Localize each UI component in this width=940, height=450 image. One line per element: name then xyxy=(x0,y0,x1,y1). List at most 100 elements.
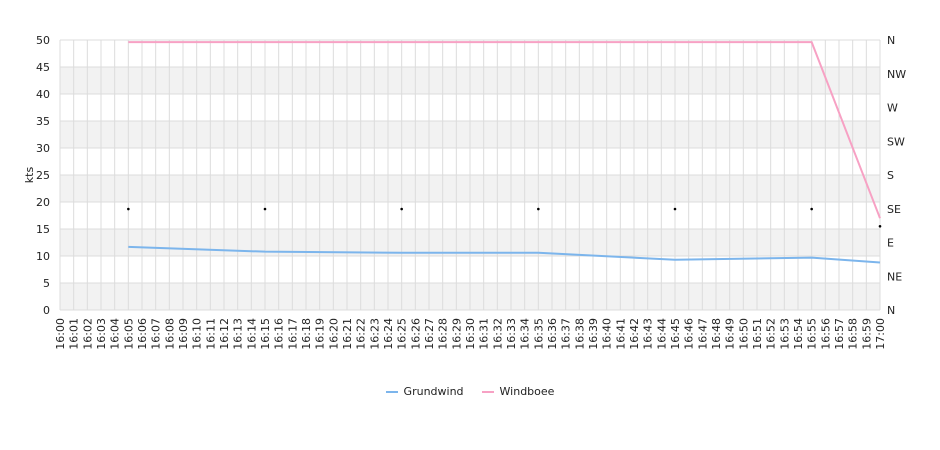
x-tick-label: 16:11 xyxy=(204,318,217,350)
x-tick-label: 16:45 xyxy=(669,318,682,350)
x-tick-label: 16:59 xyxy=(860,318,873,350)
x-tick-label: 16:20 xyxy=(327,318,340,350)
x-tick-label: 16:54 xyxy=(792,318,805,350)
x-tick-label: 16:24 xyxy=(382,318,395,350)
direction-marker xyxy=(810,207,813,211)
x-tick-label: 16:01 xyxy=(68,318,81,350)
x-tick-label: 16:32 xyxy=(491,318,504,350)
x-tick-label: 16:22 xyxy=(355,318,368,350)
legend-item[interactable]: Windboee xyxy=(481,385,555,398)
x-tick-label: 16:38 xyxy=(573,318,586,350)
direction-tick-label: E xyxy=(887,237,894,250)
legend: Grundwind Windboee xyxy=(0,385,940,398)
y-axis-label: kts xyxy=(23,167,36,184)
legend-item[interactable]: Grundwind xyxy=(385,385,464,398)
y-tick-label: 5 xyxy=(43,277,50,290)
legend-swatch xyxy=(481,390,494,393)
y-tick-label: 25 xyxy=(36,169,50,182)
x-tick-label: 16:04 xyxy=(109,318,122,350)
direction-tick-label: N xyxy=(887,34,895,47)
y-tick-label: 40 xyxy=(36,88,50,101)
x-tick-label: 16:00 xyxy=(54,318,67,350)
legend-swatch xyxy=(385,390,398,393)
direction-marker xyxy=(673,207,677,211)
wind-chart: 0 5 10 15 20 25 30 35 40 45 50 N NE E SE S SW W NW N 16:00… xyxy=(23,34,906,350)
x-tick-label: 16:07 xyxy=(150,318,163,350)
x-tick-label: 16:26 xyxy=(409,318,422,350)
x-tick-label: 16:50 xyxy=(737,318,750,350)
x-tick-label: 16:42 xyxy=(628,318,641,350)
x-tick-label: 16:41 xyxy=(614,318,627,350)
x-tick-label: 16:17 xyxy=(286,318,299,350)
x-tick-label: 16:35 xyxy=(532,318,545,350)
x-axis-ticks: 16:00 16:01 16:02 16:03 16:04 16:05 16:06 16:07… xyxy=(54,318,887,350)
x-tick-label: 16:31 xyxy=(478,318,491,350)
x-tick-label: 16:29 xyxy=(450,318,463,350)
y-tick-label: 20 xyxy=(36,196,50,209)
x-tick-label: 16:30 xyxy=(464,318,477,350)
x-tick-label: 16:44 xyxy=(655,318,668,350)
x-tick-label: 16:12 xyxy=(218,318,231,350)
x-tick-label: 16:14 xyxy=(245,318,258,350)
x-tick-label: 16:51 xyxy=(751,318,764,350)
direction-marker xyxy=(400,207,403,211)
y-tick-label: 50 xyxy=(36,34,50,47)
x-tick-label: 16:21 xyxy=(341,318,354,350)
direction-marker xyxy=(127,207,130,211)
x-tick-label: 16:37 xyxy=(560,318,573,350)
y-tick-label: 10 xyxy=(36,250,50,263)
x-tick-label: 16:39 xyxy=(587,318,600,350)
x-tick-label: 16:49 xyxy=(724,318,737,350)
direction-tick-label: SW xyxy=(887,135,905,148)
y-tick-label: 45 xyxy=(36,61,50,74)
x-tick-label: 16:03 xyxy=(95,318,108,350)
legend-label: Windboee xyxy=(499,385,555,398)
direction-marker xyxy=(263,207,267,211)
legend-label: Grundwind xyxy=(403,385,464,398)
direction-marker xyxy=(878,225,882,228)
y-axis-ticks: 0 5 10 15 20 25 30 35 40 45 50 xyxy=(36,34,50,317)
y-tick-label: 0 xyxy=(43,304,50,317)
x-tick-label: 16:25 xyxy=(396,318,409,350)
x-tick-label: 17:00 xyxy=(874,318,887,350)
direction-axis-ticks: N NE E SE S SW W NW N xyxy=(887,34,906,317)
x-tick-label: 16:09 xyxy=(177,318,190,350)
x-tick-label: 16:13 xyxy=(232,318,245,350)
direction-tick-label: SE xyxy=(887,203,901,216)
x-tick-label: 16:18 xyxy=(300,318,313,350)
x-tick-label: 16:46 xyxy=(683,318,696,350)
x-tick-label: 16:33 xyxy=(505,318,518,350)
x-tick-label: 16:08 xyxy=(163,318,176,350)
direction-tick-label: NW xyxy=(887,68,906,81)
x-tick-label: 16:19 xyxy=(314,318,327,350)
x-tick-label: 16:34 xyxy=(519,318,532,350)
direction-marker xyxy=(537,207,540,211)
x-tick-label: 16:53 xyxy=(778,318,791,350)
y-tick-label: 30 xyxy=(36,142,50,155)
y-tick-label: 35 xyxy=(36,115,50,128)
x-tick-label: 16:36 xyxy=(546,318,559,350)
x-tick-label: 16:10 xyxy=(191,318,204,350)
x-tick-label: 16:47 xyxy=(696,318,709,350)
x-tick-label: 16:56 xyxy=(819,318,832,350)
x-tick-label: 16:05 xyxy=(122,318,135,350)
x-tick-label: 16:28 xyxy=(437,318,450,350)
x-tick-label: 16:57 xyxy=(833,318,846,350)
direction-tick-label: W xyxy=(887,102,898,115)
x-tick-label: 16:02 xyxy=(81,318,94,350)
x-tick-label: 16:27 xyxy=(423,318,436,350)
x-tick-label: 16:15 xyxy=(259,318,272,350)
x-tick-label: 16:55 xyxy=(806,318,819,350)
x-tick-label: 16:48 xyxy=(710,318,723,350)
x-tick-label: 16:58 xyxy=(847,318,860,350)
x-tick-label: 16:06 xyxy=(136,318,149,350)
direction-tick-label: N xyxy=(887,304,895,317)
direction-tick-label: NE xyxy=(887,270,902,283)
x-tick-label: 16:16 xyxy=(273,318,286,350)
x-tick-label: 16:40 xyxy=(601,318,614,350)
x-tick-label: 16:52 xyxy=(765,318,778,350)
y-tick-label: 15 xyxy=(36,223,50,236)
x-tick-label: 16:23 xyxy=(368,318,381,350)
x-tick-label: 16:43 xyxy=(642,318,655,350)
direction-tick-label: S xyxy=(887,169,894,182)
